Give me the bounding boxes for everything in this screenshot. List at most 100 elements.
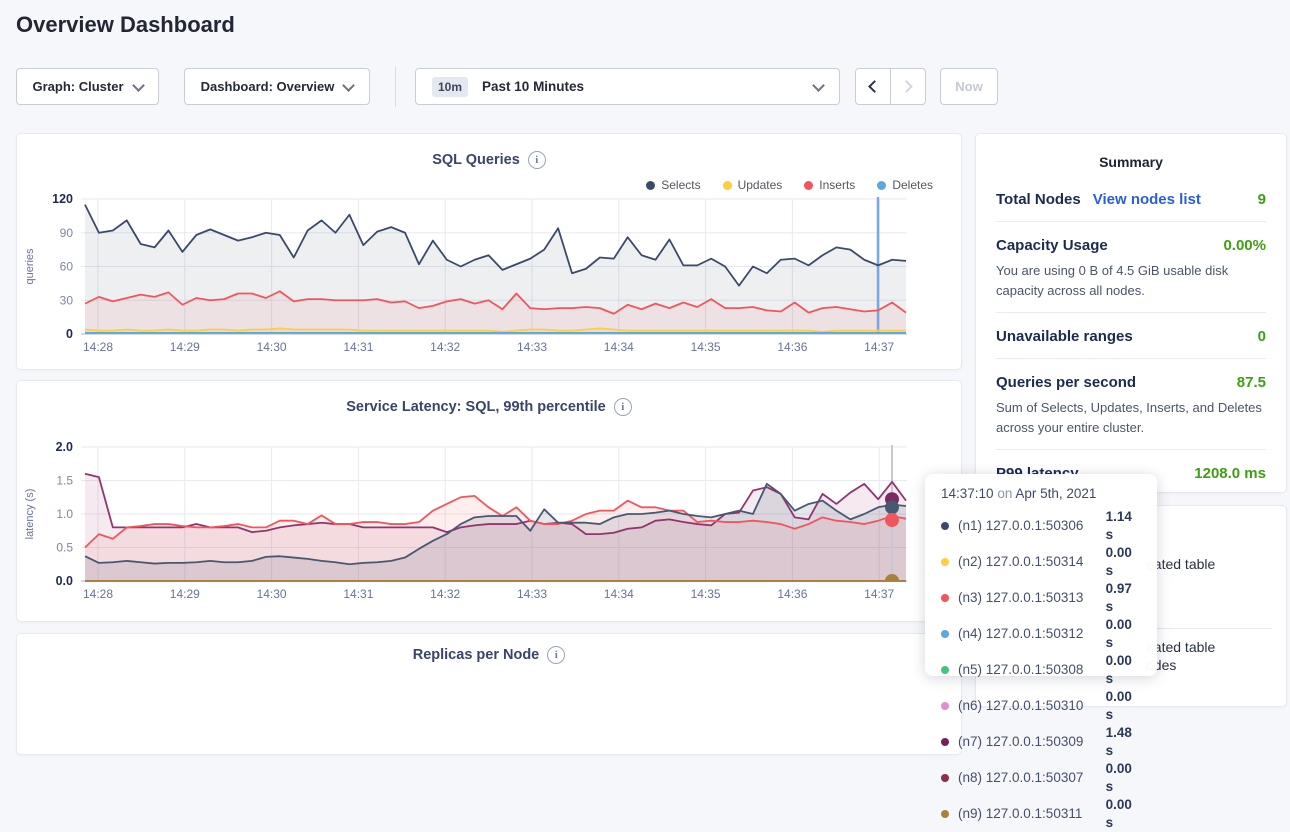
x-tick-label: 14:34 <box>604 340 634 354</box>
y-tick-label: 90 <box>60 226 74 240</box>
node-latency-value: 0.00 s <box>1106 652 1141 688</box>
y-tick-label: 120 <box>52 192 73 206</box>
node-latency-value: 1.48 s <box>1106 724 1141 760</box>
tooltip-date: Apr 5th, 2021 <box>1015 486 1096 501</box>
sql-queries-panel: SQL Queries i SelectsUpdatesInsertsDelet… <box>16 133 962 370</box>
now-button[interactable]: Now <box>940 68 998 105</box>
node-color-dot <box>941 774 949 782</box>
x-tick-label: 14:29 <box>170 340 200 354</box>
node-address: (n9) 127.0.0.1:50311 <box>958 805 1098 823</box>
tooltip-row: (n1) 127.0.0.1:50306 1.14 s <box>941 508 1141 544</box>
x-tick-label: 14:31 <box>343 340 373 354</box>
sql-queries-chart[interactable]: 14:2814:2914:3014:3114:3214:3314:3414:35… <box>17 134 961 369</box>
hover-marker-dot <box>885 513 899 527</box>
time-range-label: Past 10 Minutes <box>482 79 584 94</box>
info-icon[interactable]: i <box>547 646 565 664</box>
queries-per-second-caption: Sum of Selects, Updates, Inserts, and De… <box>996 398 1266 449</box>
unavailable-ranges-label: Unavailable ranges <box>996 328 1133 345</box>
summary-row-total-nodes: Total Nodes View nodes list 9 <box>996 176 1266 221</box>
x-tick-label: 14:29 <box>170 587 200 601</box>
node-latency-value: 0.00 s <box>1106 688 1141 724</box>
y-tick-label: 0.0 <box>56 574 73 588</box>
chart-hover-tooltip: 14:37:10 on Apr 5th, 2021 (n1) 127.0.0.1… <box>925 474 1157 676</box>
tooltip-row: (n9) 127.0.0.1:50311 0.00 s <box>941 796 1141 832</box>
x-tick-label: 14:30 <box>257 587 287 601</box>
y-tick-label: 0.5 <box>56 541 73 555</box>
chevron-right-icon <box>900 80 913 93</box>
summary-row-unavailable: Unavailable ranges 0 <box>996 313 1266 358</box>
node-latency-value: 1.14 s <box>1106 508 1141 544</box>
dashboard-dropdown-label: Dashboard: Overview <box>201 79 335 94</box>
replicas-title-text: Replicas per Node <box>413 647 540 663</box>
node-latency-value: 0.97 s <box>1106 580 1141 616</box>
node-latency-value: 0.00 s <box>1106 760 1141 796</box>
node-address: (n2) 127.0.0.1:50314 <box>958 553 1098 571</box>
node-latency-value: 0.00 s <box>1106 616 1141 652</box>
y-tick-label: 2.0 <box>56 440 73 454</box>
tooltip-rows: (n1) 127.0.0.1:503061.14 s(n2) 127.0.0.1… <box>941 508 1141 832</box>
chevron-down-icon <box>342 79 355 92</box>
chevron-down-icon <box>132 79 145 92</box>
time-next-button[interactable] <box>890 68 926 105</box>
x-tick-label: 14:28 <box>83 587 113 601</box>
dashboard-dropdown[interactable]: Dashboard: Overview <box>184 68 370 105</box>
tooltip-row: (n6) 127.0.0.1:50310 0.00 s <box>941 688 1141 724</box>
x-tick-label: 14:33 <box>517 587 547 601</box>
tooltip-connector: on <box>997 486 1012 501</box>
node-address: (n4) 127.0.0.1:50312 <box>958 625 1098 643</box>
node-latency-value: 0.00 s <box>1106 796 1141 832</box>
node-address: (n8) 127.0.0.1:50307 <box>958 769 1098 787</box>
x-tick-label: 14:35 <box>691 587 721 601</box>
tooltip-row: (n3) 127.0.0.1:50313 0.97 s <box>941 580 1141 616</box>
capacity-usage-label: Capacity Usage <box>996 237 1108 254</box>
controls-divider <box>395 66 396 107</box>
x-tick-label: 14:36 <box>777 587 807 601</box>
total-nodes-label: Total Nodes <box>996 191 1081 208</box>
chevron-left-icon <box>868 80 881 93</box>
replicas-title: Replicas per Node i <box>17 646 961 664</box>
x-tick-label: 14:28 <box>83 340 113 354</box>
view-nodes-list-link[interactable]: View nodes list <box>1093 191 1201 208</box>
y-tick-label: 0 <box>66 327 73 341</box>
node-color-dot <box>941 630 949 638</box>
service-latency-chart[interactable]: 14:2814:2914:3014:3114:3214:3314:3414:35… <box>17 381 961 621</box>
x-tick-label: 14:35 <box>691 340 721 354</box>
y-tick-label: 30 <box>60 293 74 307</box>
node-color-dot <box>941 594 949 602</box>
node-color-dot <box>941 702 949 710</box>
x-tick-label: 14:37 <box>864 587 894 601</box>
summary-panel: Summary Total Nodes View nodes list 9 Ca… <box>975 133 1287 493</box>
graph-dropdown[interactable]: Graph: Cluster <box>16 68 159 105</box>
y-axis-unit-label: queries <box>24 248 36 285</box>
node-color-dot <box>941 522 949 530</box>
p99-latency-value: 1208.0 ms <box>1194 465 1266 482</box>
hover-marker-dot <box>885 500 899 514</box>
capacity-usage-caption: You are using 0 B of 4.5 GiB usable disk… <box>996 261 1266 312</box>
tooltip-row: (n2) 127.0.0.1:503140.00 s <box>941 544 1141 580</box>
node-color-dot <box>941 810 949 818</box>
divider <box>1146 628 1272 629</box>
tooltip-timestamp: 14:37:10 on Apr 5th, 2021 <box>941 486 1141 501</box>
node-address: (n5) 127.0.0.1:50308 <box>958 661 1098 679</box>
time-range-dropdown[interactable]: 10m Past 10 Minutes <box>415 68 840 105</box>
chevron-down-icon <box>812 79 825 92</box>
node-address: (n7) 127.0.0.1:50309 <box>958 733 1098 751</box>
x-tick-label: 14:36 <box>777 340 807 354</box>
y-tick-label: 1.5 <box>56 474 73 488</box>
node-color-dot <box>941 558 949 566</box>
now-button-label: Now <box>955 79 982 94</box>
x-tick-label: 14:30 <box>257 340 287 354</box>
y-tick-label: 60 <box>60 260 74 274</box>
y-axis-unit-label: latency (s) <box>24 489 36 540</box>
x-tick-label: 14:32 <box>430 340 460 354</box>
node-address: (n3) 127.0.0.1:50313 <box>958 589 1098 607</box>
node-address: (n6) 127.0.0.1:50310 <box>958 697 1098 715</box>
tooltip-time: 14:37:10 <box>941 486 994 501</box>
time-prev-button[interactable] <box>855 68 891 105</box>
time-range-badge: 10m <box>432 77 468 97</box>
hover-marker-dot <box>885 574 899 588</box>
y-tick-label: 1.0 <box>56 507 73 521</box>
x-tick-label: 14:32 <box>430 587 460 601</box>
node-address: (n1) 127.0.0.1:50306 <box>958 517 1098 535</box>
summary-title: Summary <box>976 134 1286 176</box>
